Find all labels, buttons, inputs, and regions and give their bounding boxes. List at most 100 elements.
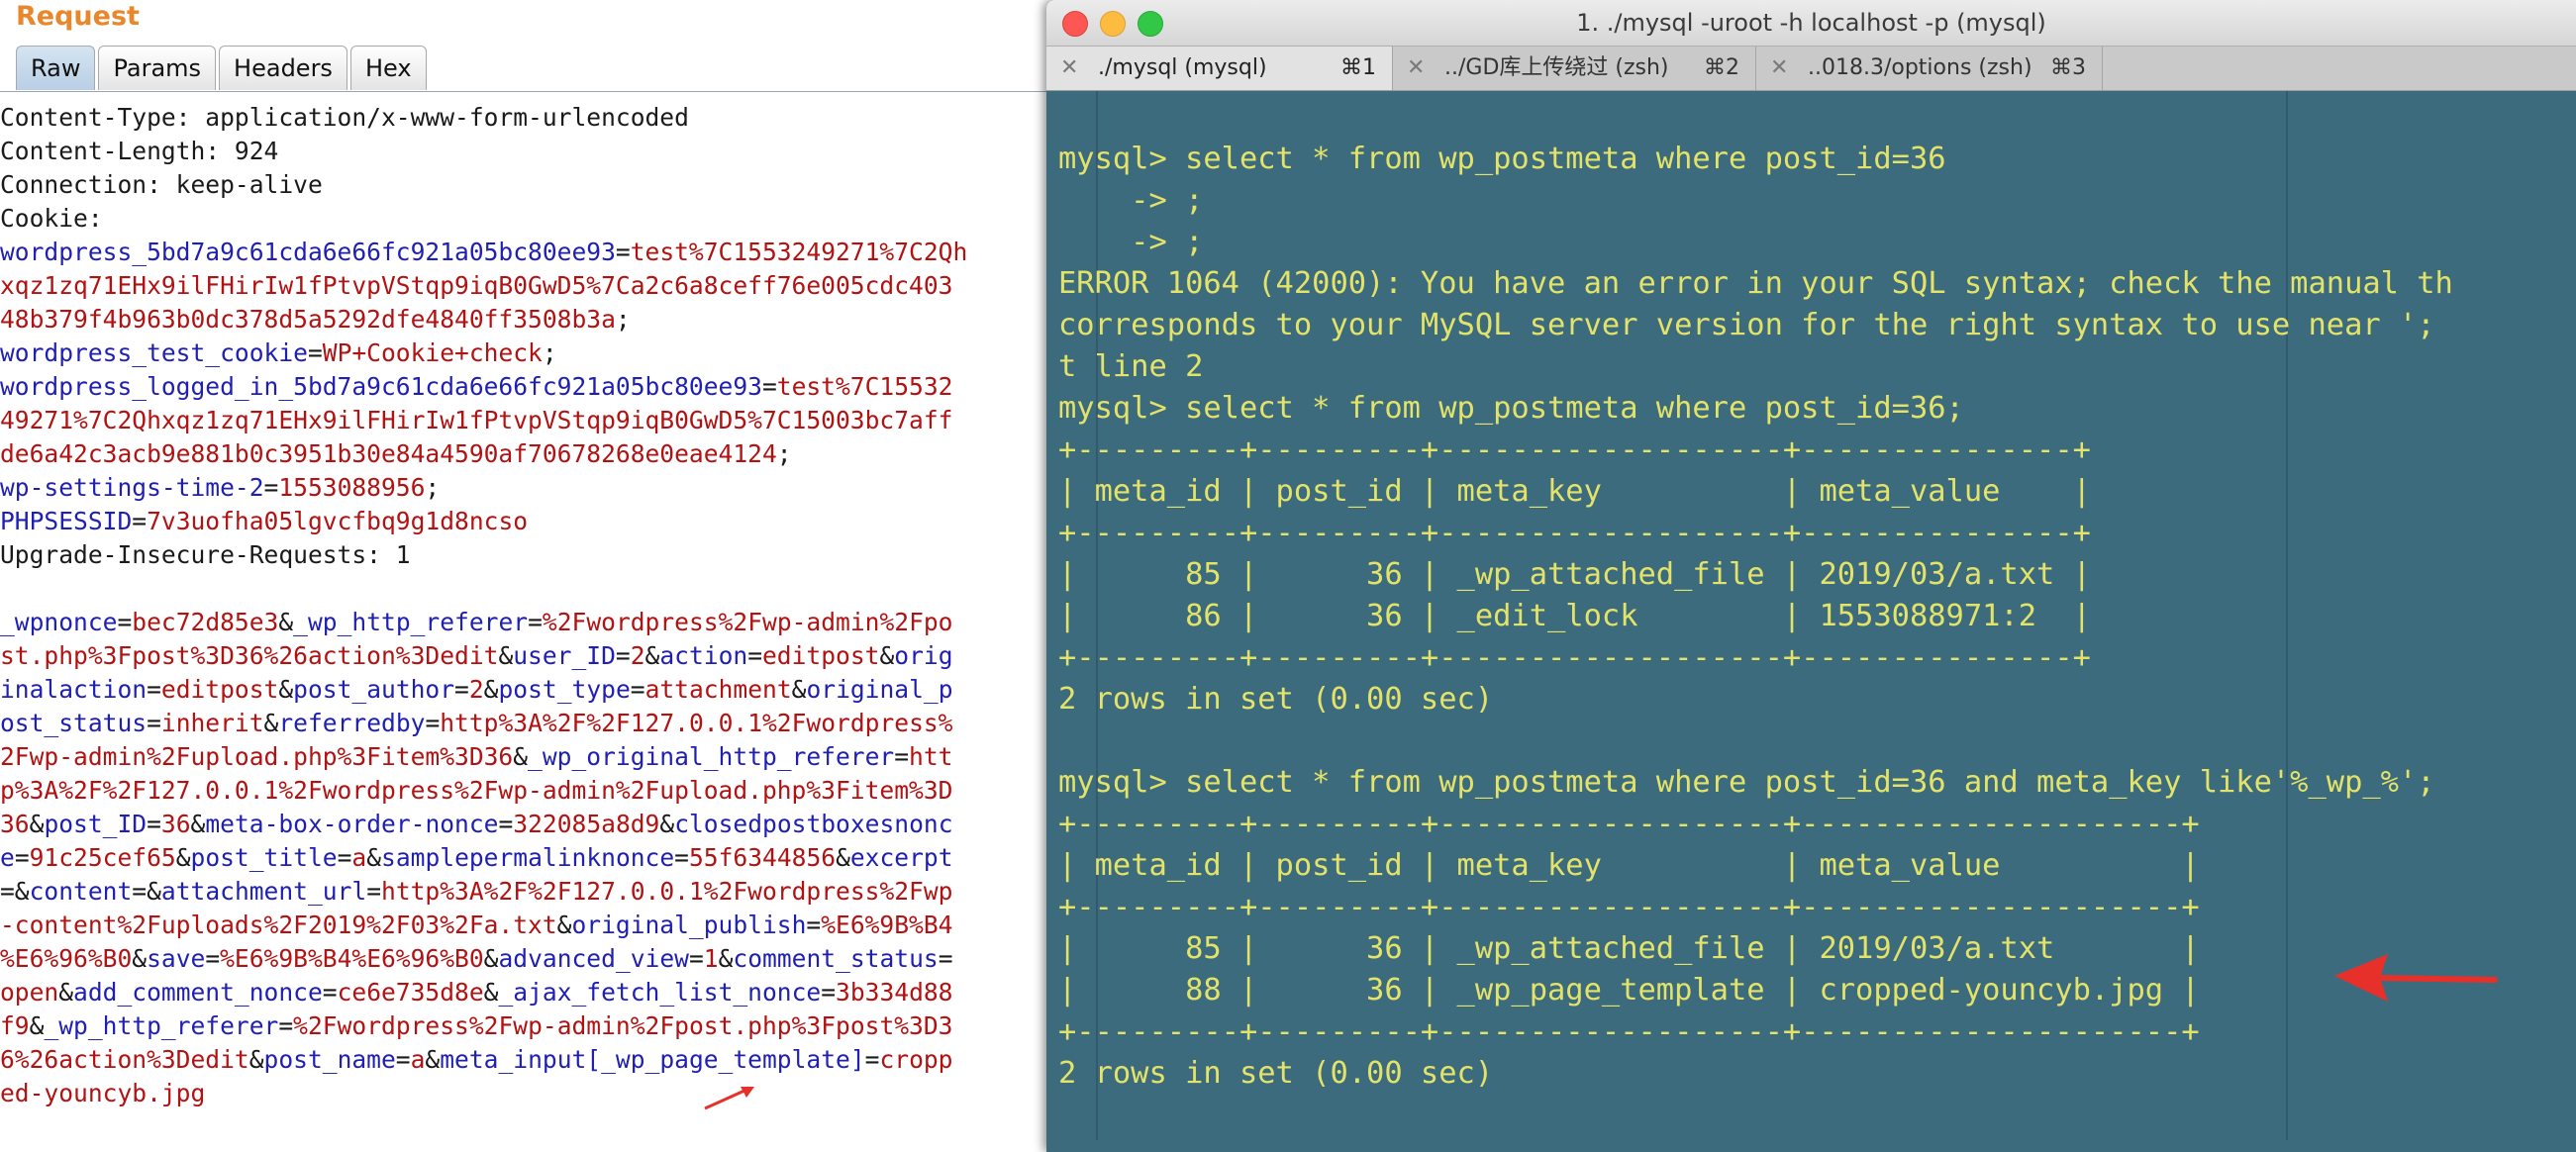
- tab-headers[interactable]: Headers: [219, 46, 347, 90]
- param-name: post_author: [293, 675, 455, 704]
- request-text: =: [938, 944, 953, 973]
- tab-shortcut: ⌘3: [2050, 55, 2086, 80]
- param-value: de6a42c3acb9e881b0c3951b30e84a4590af7067…: [0, 439, 777, 468]
- tab-shortcut: ⌘2: [1704, 55, 1739, 80]
- request-text: =: [528, 608, 543, 636]
- request-text: =: [761, 372, 777, 401]
- param-name: excerpt: [849, 843, 953, 872]
- request-text: =: [307, 338, 323, 367]
- request-text: =: [630, 675, 645, 704]
- request-text: &: [659, 810, 675, 838]
- request-text: &: [29, 810, 45, 838]
- request-line: ed-youncyb.jpg: [0, 1077, 1040, 1110]
- param-name: post_ID: [44, 810, 148, 838]
- request-text: =: [278, 1011, 294, 1040]
- param-value: 322085a8d9: [513, 810, 660, 838]
- tab-params[interactable]: Params: [98, 46, 217, 90]
- request-line: [0, 572, 1040, 606]
- request-text: =&: [132, 877, 161, 906]
- tab-hex[interactable]: Hex: [349, 46, 427, 90]
- raw-request-editor[interactable]: Content-Type: application/x-www-form-url…: [0, 101, 1040, 1110]
- tab-label: ../GD库上传绕过 (zsh): [1444, 55, 1669, 80]
- param-name: orig: [894, 641, 953, 670]
- request-text: &: [175, 843, 191, 872]
- request-text: ;: [425, 473, 441, 502]
- request-text: =: [615, 641, 631, 670]
- close-tab-icon[interactable]: ✕: [1770, 47, 1788, 90]
- request-text: Upgrade-Insecure-Requests: 1: [0, 540, 411, 569]
- param-name: content: [29, 877, 133, 906]
- request-line: ost_status=inherit&referredby=http%3A%2F…: [0, 707, 1040, 740]
- request-pane-title: Request: [16, 1, 140, 32]
- request-text: =: [117, 608, 133, 636]
- request-text: =: [147, 709, 161, 737]
- param-name: post_type: [498, 675, 631, 704]
- request-text: &: [556, 911, 572, 939]
- param-value: bec72d85e3: [132, 608, 279, 636]
- request-text: &: [58, 978, 74, 1007]
- tab-label: ./mysql (mysql): [1098, 55, 1267, 80]
- request-line: st.php%3Fpost%3D36%26action%3Dedit&user_…: [0, 639, 1040, 673]
- request-text: =: [498, 810, 514, 838]
- terminal-line: | meta_id | post_id | meta_key | meta_va…: [1058, 848, 2200, 883]
- param-name: _wpnonce: [0, 608, 118, 636]
- terminal-line: +---------+---------+-------------------…: [1058, 890, 2200, 924]
- request-text: =: [894, 742, 910, 771]
- terminal-line: corresponds to your MySQL server version…: [1058, 308, 2435, 342]
- param-name: wordpress_5bd7a9c61cda6e66fc921a05bc80ee…: [0, 238, 616, 266]
- request-line: 2Fwp-admin%2Fupload.php%3Fitem%3D36&_wp_…: [0, 740, 1040, 774]
- param-value: 36: [160, 810, 191, 838]
- request-line: Content-Length: 924: [0, 135, 1040, 168]
- terminal-line: | 85 | 36 | _wp_attached_file | 2019/03/…: [1058, 557, 2091, 592]
- param-value: 48b379f4b963b0dc378d5a5292dfe4840ff3508b…: [0, 305, 616, 334]
- request-text: Cookie:: [0, 204, 103, 233]
- param-name: PHPSESSID: [0, 507, 133, 535]
- terminal-tab-mysql[interactable]: ✕ ./mysql (mysql) ⌘1: [1046, 47, 1393, 90]
- terminal-tab-zsh-options[interactable]: ✕ ..018.3/options (zsh) ⌘3: [1756, 47, 2103, 90]
- param-value: 36: [0, 810, 30, 838]
- close-tab-icon[interactable]: ✕: [1060, 47, 1078, 90]
- request-text: =: [454, 675, 469, 704]
- param-name: wordpress_logged_in_5bd7a9c61cda6e66fc92…: [0, 372, 762, 401]
- request-text: Content-Type: application/x-www-form-url…: [0, 103, 689, 132]
- terminal-line: | meta_id | post_id | meta_key | meta_va…: [1058, 474, 2091, 509]
- param-value: http%3A%2F%2F127.0.0.1%2Fwordpress%2Fwp: [381, 877, 953, 906]
- terminal-line: mysql> select * from wp_postmeta where p…: [1058, 765, 2435, 800]
- param-name: user_ID: [513, 641, 616, 670]
- request-text: =: [688, 944, 704, 973]
- request-line: 49271%7C2Qhxqz1zq71EHx9ilFHirIw1fPtvpVSt…: [0, 404, 1040, 437]
- param-value: st.php%3Fpost%3D36%26action%3Dedit: [0, 641, 499, 670]
- param-value: test%7C1553249271%7C2Qh: [630, 238, 968, 266]
- request-text: &: [513, 742, 529, 771]
- param-value: ce6e735d8e: [337, 978, 484, 1007]
- window-title: 1. ./mysql -uroot -h localhost -p (mysql…: [1576, 9, 2046, 37]
- request-line: open&add_comment_nonce=ce6e735d8e&_ajax_…: [0, 976, 1040, 1009]
- param-value: 55f6344856: [688, 843, 837, 872]
- terminal-output[interactable]: mysql> select * from wp_postmeta where p…: [1058, 139, 2453, 1095]
- request-line: Connection: keep-alive: [0, 168, 1040, 202]
- request-text: =: [425, 709, 441, 737]
- request-text: &: [836, 843, 850, 872]
- request-text: =&: [0, 877, 30, 906]
- request-line: xqz1zq71EHx9ilFHirIw1fPtvpVStqp9iqB0GwD5…: [0, 269, 1040, 303]
- request-text: =: [806, 911, 822, 939]
- request-line: Cookie:: [0, 202, 1040, 236]
- param-name: _wp_original_http_referer: [528, 742, 895, 771]
- terminal-line: | 85 | 36 | _wp_attached_file | 2019/03/…: [1058, 931, 2200, 966]
- request-text: &: [278, 608, 294, 636]
- param-value: %E6%9B%B4%E6%96%B0: [220, 944, 484, 973]
- request-text: =: [821, 978, 837, 1007]
- tab-raw[interactable]: Raw: [16, 46, 96, 90]
- terminal-tab-zsh-gd[interactable]: ✕ ../GD库上传绕过 (zsh) ⌘2: [1393, 47, 1756, 90]
- request-text: =: [674, 843, 689, 872]
- close-tab-icon[interactable]: ✕: [1407, 47, 1425, 90]
- terminal-line: 2 rows in set (0.00 sec): [1058, 1056, 1494, 1091]
- annotation-arrow-icon: [2334, 954, 2498, 1002]
- request-text: &: [132, 944, 148, 973]
- terminal-line: 2 rows in set (0.00 sec): [1058, 682, 1494, 717]
- request-view-tabs: Raw Params Headers Hex: [16, 46, 427, 90]
- terminal-line: t line 2: [1058, 349, 1204, 384]
- param-value: ed-youncyb.jpg: [0, 1079, 206, 1107]
- param-value: open: [0, 978, 59, 1007]
